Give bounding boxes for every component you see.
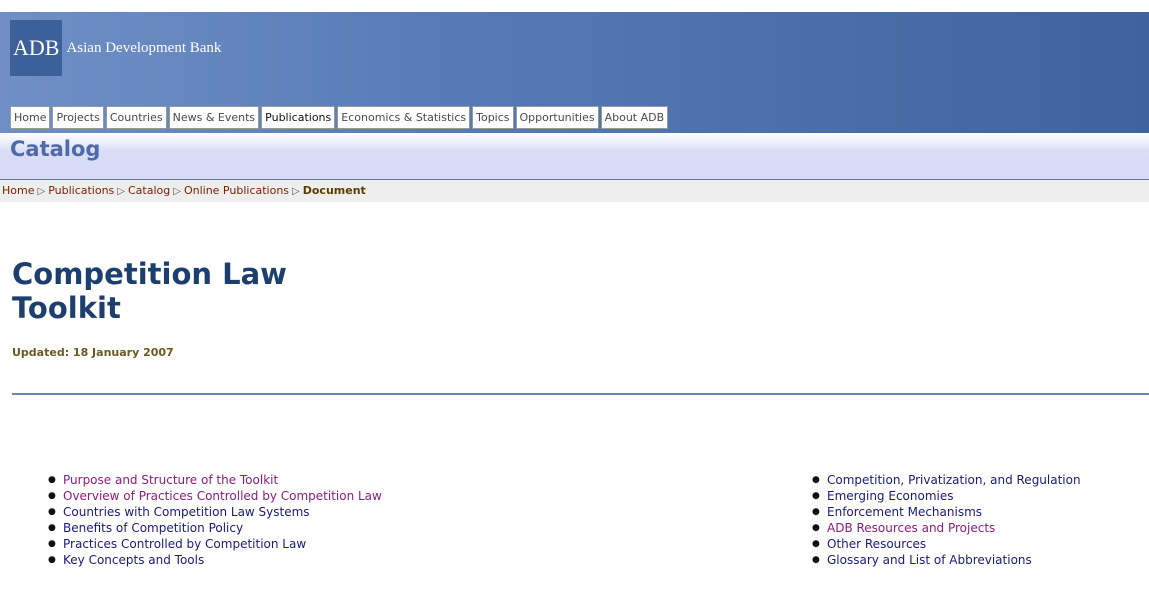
toc-link-competition-privatization[interactable]: Competition, Privatization, and Regulati… (827, 473, 1081, 487)
document-title-line2: Toolkit (12, 291, 121, 325)
list-item: Competition, Privatization, and Regulati… (812, 472, 1081, 488)
tab-countries[interactable]: Countries (105, 106, 167, 129)
list-item: Key Concepts and Tools (48, 552, 382, 568)
tab-topics[interactable]: Topics (472, 106, 514, 129)
toc-link-benefits[interactable]: Benefits of Competition Policy (63, 521, 243, 535)
list-item: Benefits of Competition Policy (48, 520, 382, 536)
list-item: Glossary and List of Abbreviations (812, 552, 1081, 568)
breadcrumb-separator-icon: ▷ (117, 186, 125, 197)
toc-link-purpose-structure[interactable]: Purpose and Structure of the Toolkit (63, 473, 278, 487)
adb-logo[interactable]: ADB Asian Development Bank (10, 20, 221, 76)
toc-link-adb-resources[interactable]: ADB Resources and Projects (827, 521, 995, 535)
document-title-line1: Competition Law (12, 257, 287, 291)
breadcrumb-online-publications[interactable]: Online Publications (184, 184, 289, 197)
tab-publications[interactable]: Publications (261, 106, 336, 129)
toc-right-column: Competition, Privatization, and Regulati… (812, 472, 1081, 568)
tab-projects[interactable]: Projects (52, 106, 104, 129)
toc-link-emerging-economies[interactable]: Emerging Economies (827, 489, 954, 503)
logo-abbreviation: ADB (10, 20, 63, 76)
breadcrumb-separator-icon: ▷ (292, 186, 300, 197)
section-bar: Catalog (0, 133, 1149, 180)
breadcrumb-separator-icon: ▷ (173, 186, 181, 197)
toc-link-other-resources[interactable]: Other Resources (827, 537, 926, 551)
toc-link-glossary[interactable]: Glossary and List of Abbreviations (827, 553, 1032, 567)
list-item: Other Resources (812, 536, 1081, 552)
list-item: Emerging Economies (812, 488, 1081, 504)
divider (12, 393, 1149, 395)
tab-about-adb[interactable]: About ADB (600, 106, 669, 129)
list-item: Overview of Practices Controlled by Comp… (48, 488, 382, 504)
toc-link-countries[interactable]: Countries with Competition Law Systems (63, 505, 310, 519)
top-spacer (0, 0, 1149, 12)
site-header: ADB Asian Development Bank Home Projects… (0, 12, 1149, 133)
toc-link-practices-controlled[interactable]: Practices Controlled by Competition Law (63, 537, 306, 551)
document-title: Competition Law Toolkit (12, 257, 287, 325)
list-item: Practices Controlled by Competition Law (48, 536, 382, 552)
tab-home[interactable]: Home (10, 106, 51, 129)
tab-news-events[interactable]: News & Events (168, 106, 260, 129)
list-item: Enforcement Mechanisms (812, 504, 1081, 520)
main-nav: Home Projects Countries News & Events Pu… (10, 106, 670, 129)
tab-economics-statistics[interactable]: Economics & Statistics (337, 106, 471, 129)
breadcrumb-home[interactable]: Home (2, 184, 34, 197)
list-item: Purpose and Structure of the Toolkit (48, 472, 382, 488)
list-item: Countries with Competition Law Systems (48, 504, 382, 520)
breadcrumb: Home ▷ Publications ▷ Catalog ▷ Online Publica… (0, 180, 1149, 202)
toc-link-overview-practices[interactable]: Overview of Practices Controlled by Comp… (63, 489, 382, 503)
breadcrumb-separator-icon: ▷ (37, 186, 46, 197)
list-item: ADB Resources and Projects (812, 520, 1081, 536)
toc-link-enforcement[interactable]: Enforcement Mechanisms (827, 505, 982, 519)
breadcrumb-publications[interactable]: Publications (48, 184, 114, 197)
tab-opportunities[interactable]: Opportunities (515, 106, 599, 129)
updated-date: Updated: 18 January 2007 (12, 346, 174, 359)
breadcrumb-current: Document (302, 184, 366, 197)
toc-link-key-concepts[interactable]: Key Concepts and Tools (63, 553, 204, 567)
toc-left-column: Purpose and Structure of the Toolkit Ove… (48, 472, 382, 568)
breadcrumb-catalog[interactable]: Catalog (128, 184, 170, 197)
section-title: Catalog (10, 137, 101, 161)
logo-name: Asian Development Bank (66, 39, 222, 56)
